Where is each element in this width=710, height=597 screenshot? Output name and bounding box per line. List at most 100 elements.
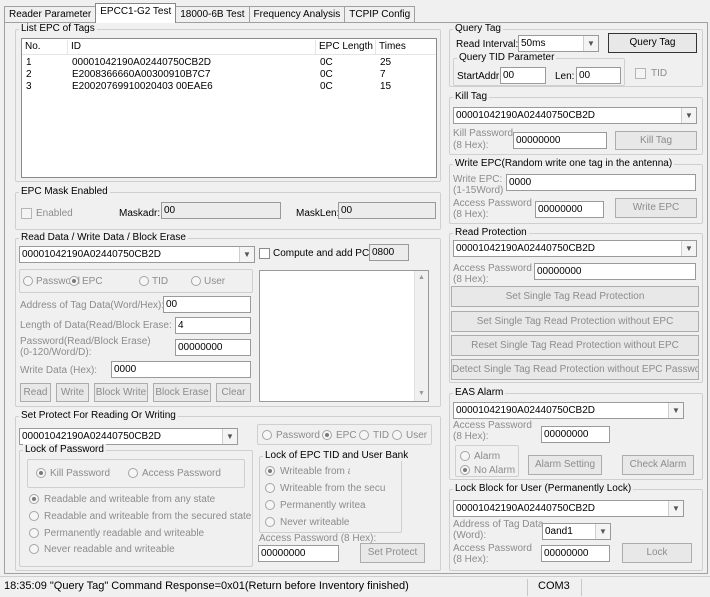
epc-opt-secure-radio[interactable] (265, 483, 275, 493)
rw-tag-select[interactable]: 00001042190A02440750CB2D ▼ (19, 246, 255, 263)
kill-tag-value: 00001042190A02440750CB2D (456, 110, 596, 121)
col-times[interactable]: Times (376, 40, 436, 54)
eas-tag-select[interactable]: 00001042190A02440750CB2D ▼ (453, 402, 684, 419)
epc-list-table[interactable]: No. ID EPC Length Times 1 00001042190A02… (21, 38, 437, 178)
len-input[interactable]: 4 (175, 317, 251, 334)
alarm-label: Alarm (474, 451, 501, 462)
block-erase-button[interactable]: Block Erase (153, 383, 211, 402)
block-write-button[interactable]: Block Write (94, 383, 148, 402)
startaddr-input[interactable]: 00 (500, 67, 546, 84)
chevron-down-icon: ▼ (595, 524, 610, 539)
read-prot-tag-select[interactable]: 00001042190A02440750CB2D ▼ (453, 240, 697, 257)
read-prot-password-input[interactable]: 00000000 (534, 263, 696, 280)
lock-button[interactable]: Lock (622, 543, 692, 563)
no-alarm-radio[interactable] (460, 465, 470, 475)
lock-block-title: Lock Block for User (Permanently Lock) (453, 483, 634, 494)
kill-tag-select[interactable]: 00001042190A02440750CB2D ▼ (453, 107, 697, 124)
protect-epc-radio[interactable] (322, 430, 332, 440)
mask-enabled-label: Enabled (36, 208, 73, 219)
access-password-radio[interactable] (128, 468, 138, 478)
lock-addr-label-1: Address of Tag Data (453, 519, 544, 530)
tab-epcc1-g2-test[interactable]: EPCC1-G2 Test (95, 3, 177, 23)
tid-checkbox[interactable] (635, 68, 646, 79)
alarm-radio[interactable] (460, 451, 470, 461)
detect-read-protection-button[interactable]: Detect Single Tag Read Protection withou… (451, 359, 699, 380)
tab-reader-parameter[interactable]: Reader Parameter (4, 6, 97, 23)
kill-tag-button[interactable]: Kill Tag (615, 131, 697, 150)
cell-no: 1 (26, 57, 32, 68)
write-data-input[interactable]: 0000 (111, 361, 251, 378)
maskadr-input[interactable]: 00 (161, 202, 281, 219)
write-button[interactable]: Write (56, 383, 89, 402)
protect-password-radio[interactable] (262, 430, 272, 440)
rw-password-input[interactable]: 00000000 (175, 339, 251, 356)
protect-tag-select[interactable]: 00001042190A02440750CB2D ▼ (19, 428, 238, 445)
alarm-setting-button[interactable]: Alarm Setting (528, 455, 602, 475)
protect-user-radio[interactable] (392, 430, 402, 440)
set-protect-button[interactable]: Set Protect (360, 543, 425, 563)
mem-tid-radio[interactable] (139, 276, 149, 286)
table-row[interactable]: 2 E2008366660A00300910B7C7 0C 7 (22, 69, 436, 80)
scroll-down-icon[interactable]: ▼ (415, 387, 428, 401)
epc-opt-any-label: Writeable from any state (280, 466, 350, 477)
protect-access-input[interactable]: 00000000 (258, 545, 339, 562)
tab-tcpip-config[interactable]: TCPIP Config (344, 6, 416, 23)
query-tag-button[interactable]: Query Tag (608, 33, 697, 53)
addr-input[interactable]: 00 (163, 296, 251, 313)
read-button[interactable]: Read (20, 383, 51, 402)
scroll-up-icon[interactable]: ▲ (415, 271, 428, 285)
mask-enabled-checkbox[interactable] (21, 208, 32, 219)
option-never-radio[interactable] (29, 544, 39, 554)
col-no[interactable]: No. (22, 40, 68, 54)
compute-pc-label: Compute and add PC: (273, 248, 372, 259)
len-tid-input[interactable]: 00 (576, 67, 621, 84)
write-epc-input[interactable]: 0000 (506, 174, 696, 191)
epc-opt-permanent-radio[interactable] (265, 500, 275, 510)
compute-pc-checkbox[interactable] (259, 248, 270, 259)
mem-user-radio[interactable] (191, 276, 201, 286)
write-epc-button[interactable]: Write EPC (615, 198, 697, 218)
col-epc-length[interactable]: EPC Length (316, 40, 376, 54)
maskadr-label: Maskadr: (119, 208, 161, 219)
lock-addr-select[interactable]: 0and1 ▼ (542, 523, 611, 540)
lock-password-title: Lock of Password (23, 444, 106, 455)
kill-password-input[interactable]: 00000000 (513, 132, 607, 149)
epc-opt-any-radio[interactable] (265, 466, 275, 476)
rw-output-textarea[interactable] (259, 270, 429, 402)
tab-18000-6b-test[interactable]: 18000-6B Test (175, 6, 250, 23)
table-row[interactable]: 1 00001042190A02440750CB2D 0C 25 (22, 57, 436, 68)
option-permanent-radio[interactable] (29, 528, 39, 538)
cell-id: E2008366660A00300910B7C7 (72, 69, 211, 80)
reset-read-protection-button[interactable]: Reset Single Tag Read Protection without… (451, 335, 699, 356)
table-row[interactable]: 3 E20020769910020403 00EAE6 0C 15 (22, 81, 436, 92)
write-data-label: Write Data (Hex): (20, 365, 98, 376)
write-epc-password-input[interactable]: 00000000 (535, 201, 604, 218)
set-read-protection-button[interactable]: Set Single Tag Read Protection (451, 286, 699, 307)
kill-password-radio[interactable] (36, 468, 46, 478)
set-read-protection-no-epc-button[interactable]: Set Single Tag Read Protection without E… (451, 311, 699, 332)
tab-bar: Reader Parameter EPCC1-G2 Test 18000-6B … (4, 3, 416, 23)
lock-addr-value: 0and1 (545, 526, 573, 537)
option-any-state-radio[interactable] (29, 494, 39, 504)
epc-opt-never-radio[interactable] (265, 517, 275, 527)
option-secured-radio[interactable] (29, 511, 39, 521)
cell-no: 2 (26, 69, 32, 80)
lock-pwd-label-1: Access Password (453, 543, 532, 554)
lock-password-input[interactable]: 00000000 (541, 545, 610, 562)
epc-opt-permanent-label: Permanently writeab (280, 500, 366, 511)
chevron-down-icon: ▼ (681, 108, 696, 123)
mem-password-radio[interactable] (23, 276, 33, 286)
protect-tid-radio[interactable] (359, 430, 369, 440)
rw-output-scrollbar[interactable]: ▲ ▼ (414, 271, 428, 401)
clear-button[interactable]: Clear (216, 383, 251, 402)
check-alarm-button[interactable]: Check Alarm (622, 455, 694, 475)
mem-epc-radio[interactable] (69, 276, 79, 286)
masklen-input[interactable]: 00 (338, 202, 436, 219)
col-id[interactable]: ID (68, 40, 316, 54)
lock-block-tag-select[interactable]: 00001042190A02440750CB2D ▼ (453, 500, 684, 517)
option-permanent-label: Permanently readable and writeable (44, 528, 205, 539)
read-interval-select[interactable]: 50ms ▼ (518, 35, 599, 52)
pc-input[interactable]: 0800 (369, 244, 409, 261)
tab-frequency-analysis[interactable]: Frequency Analysis (248, 6, 346, 23)
eas-password-input[interactable]: 00000000 (541, 426, 610, 443)
